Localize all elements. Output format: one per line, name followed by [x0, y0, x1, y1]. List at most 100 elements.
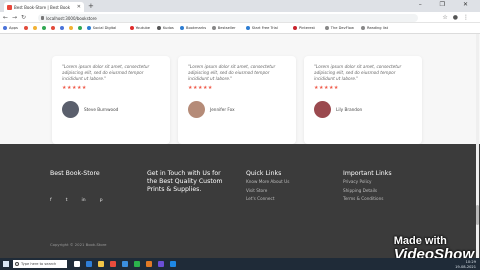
- avatar: [62, 101, 79, 118]
- bookmark-icon: [211, 26, 216, 30]
- bookmark-label: Bookmarks: [186, 26, 207, 30]
- important-links-heading: Important Links: [343, 170, 392, 177]
- bookmark-item[interactable]: Reading list: [361, 26, 388, 30]
- bookmark-item[interactable]: Apps: [3, 26, 18, 30]
- bookmark-item[interactable]: Start Free Trial: [245, 26, 278, 30]
- bookmark-icon: [41, 26, 46, 30]
- quick-links-heading: Quick Links: [246, 170, 282, 177]
- bookmark-icon: [129, 26, 134, 30]
- quick-link-store[interactable]: Visit Store: [246, 187, 326, 196]
- window-controls[interactable]: – ❐ ✕: [419, 1, 476, 8]
- bookmark-label: Apps: [9, 26, 18, 30]
- linkedin-icon[interactable]: in: [82, 198, 86, 203]
- new-tab-icon[interactable]: +: [88, 2, 94, 10]
- bookmark-icon: [23, 26, 28, 30]
- bookmark-item[interactable]: [77, 26, 84, 30]
- rating-stars: ★★★★★: [62, 85, 87, 91]
- bookmark-label: The DevFlow: [330, 26, 354, 30]
- browser-tab[interactable]: Best Book-Store | Best Book ✕: [4, 2, 84, 12]
- avatar: [188, 101, 205, 118]
- scrollbar-thumb[interactable]: [476, 205, 479, 225]
- testimonial-card: "Lorem ipsum dolor sit amet, consectetur…: [178, 56, 296, 144]
- app-icon[interactable]: [170, 261, 176, 267]
- bookmark-icon: [77, 26, 82, 30]
- system-clock[interactable]: 10:29 19-08-2021: [455, 260, 476, 269]
- social-links: f t in p: [50, 186, 130, 205]
- bookmark-icon: [59, 26, 64, 30]
- app-icon[interactable]: [158, 261, 164, 267]
- person-name: Steve Burnwood: [84, 107, 119, 112]
- bookmark-label: Pinterest: [299, 26, 315, 30]
- testimonial-card: "Lorem ipsum dolor sit amet, consectetur…: [304, 56, 422, 144]
- twitter-icon[interactable]: t: [66, 198, 68, 203]
- link-shipping-details[interactable]: Shipping Details: [343, 187, 423, 196]
- bookmark-label: Reading list: [367, 26, 389, 30]
- mail-icon[interactable]: [122, 261, 128, 267]
- bookmark-icon: [32, 26, 37, 30]
- bookmarks-bar: Apps Social Digital Youtube Kudos Bookmarks B…: [0, 23, 480, 34]
- bookmark-item[interactable]: [50, 26, 57, 30]
- url-text: localhost:3000/bookstore: [46, 16, 97, 21]
- search-icon: [15, 262, 19, 266]
- browser-tab-bar: Best Book-Store | Best Book ✕ + – ❐ ✕: [0, 0, 480, 12]
- quick-link-connect[interactable]: Let's Connect: [246, 195, 326, 204]
- app-icon[interactable]: [134, 261, 140, 267]
- lock-icon: [41, 16, 44, 20]
- avatar: [314, 101, 331, 118]
- chrome-icon[interactable]: [110, 261, 116, 267]
- testimonials-section: "Lorem ipsum dolor sit amet, consectetur…: [0, 34, 480, 144]
- quick-link-about[interactable]: Know More About Us: [246, 178, 326, 187]
- clock-date: 19-08-2021: [455, 264, 476, 269]
- file-explorer-icon[interactable]: [98, 261, 104, 267]
- bookmark-item[interactable]: Pinterest: [293, 26, 315, 30]
- facebook-icon[interactable]: f: [50, 198, 52, 203]
- taskbar-search-input[interactable]: Type here to search: [13, 260, 67, 268]
- url-input[interactable]: localhost:3000/bookstore: [38, 14, 418, 22]
- bookmark-item[interactable]: [68, 26, 75, 30]
- testimonial-quote: "Lorem ipsum dolor sit amet, consectetur…: [188, 64, 276, 81]
- copyright-text: Copyright © 2021 Book-Store: [50, 242, 107, 247]
- browser-tools[interactable]: ☆●⋮: [442, 14, 474, 21]
- bookmark-item[interactable]: [59, 26, 66, 30]
- nav-buttons[interactable]: ←→↻: [3, 14, 30, 21]
- bookmark-label: Kudos: [163, 26, 174, 30]
- bookmark-item[interactable]: [23, 26, 30, 30]
- bookmark-item[interactable]: The DevFlow: [324, 26, 354, 30]
- task-view-icon[interactable]: [74, 261, 80, 267]
- person-name: Jennifer Fox: [210, 107, 235, 112]
- bookmark-item[interactable]: Youtube: [129, 26, 150, 30]
- bookmark-item[interactable]: [41, 26, 48, 30]
- link-terms-conditions[interactable]: Terms & Conditions: [343, 195, 423, 204]
- testimonial-card: "Lorem ipsum dolor sit amet, consectetur…: [52, 56, 170, 144]
- testimonial-quote: "Lorem ipsum dolor sit amet, consectetur…: [314, 64, 402, 81]
- bookmark-icon: [180, 26, 184, 30]
- app-icon[interactable]: [146, 261, 152, 267]
- close-tab-icon[interactable]: ✕: [77, 4, 81, 10]
- search-placeholder: Type here to search: [21, 262, 57, 266]
- contact-heading: Get in Touch with Us for the Best Qualit…: [147, 170, 223, 193]
- footer-brand-column: Best Book-Store f t in p: [50, 170, 130, 205]
- edge-icon[interactable]: [86, 261, 92, 267]
- bookmark-icon: [86, 26, 91, 30]
- bookmark-label: Youtube: [135, 26, 150, 30]
- quick-links-column: Quick Links Know More About Us Visit Sto…: [246, 170, 326, 204]
- rating-stars: ★★★★★: [188, 85, 213, 91]
- bookmark-item[interactable]: Bookmarks: [180, 26, 206, 30]
- bookmark-label: Social Digital: [92, 26, 117, 30]
- bookmark-label: Bestseller: [217, 26, 236, 30]
- bookmark-item[interactable]: Kudos: [157, 26, 174, 30]
- link-privacy-policy[interactable]: Privacy Policy: [343, 178, 423, 187]
- windows-taskbar: Type here to search 10:29 19-08-2021: [0, 258, 480, 270]
- bookmark-item[interactable]: Bestseller: [211, 26, 236, 30]
- testimonial-quote: "Lorem ipsum dolor sit amet, consectetur…: [62, 64, 150, 81]
- address-bar: ←→↻ localhost:3000/bookstore ☆●⋮: [0, 12, 480, 23]
- bookmark-item[interactable]: [32, 26, 39, 30]
- pinterest-icon[interactable]: p: [100, 198, 103, 203]
- important-links-column: Important Links Privacy Policy Shipping …: [343, 170, 423, 204]
- bookmark-icon: [293, 26, 297, 30]
- bookmark-icon: [245, 26, 250, 30]
- tab-title: Best Book-Store | Best Book: [14, 5, 71, 10]
- start-icon[interactable]: [3, 261, 9, 267]
- bookmark-item[interactable]: Social Digital: [86, 26, 117, 30]
- person-name: Lily Brandon: [336, 107, 363, 112]
